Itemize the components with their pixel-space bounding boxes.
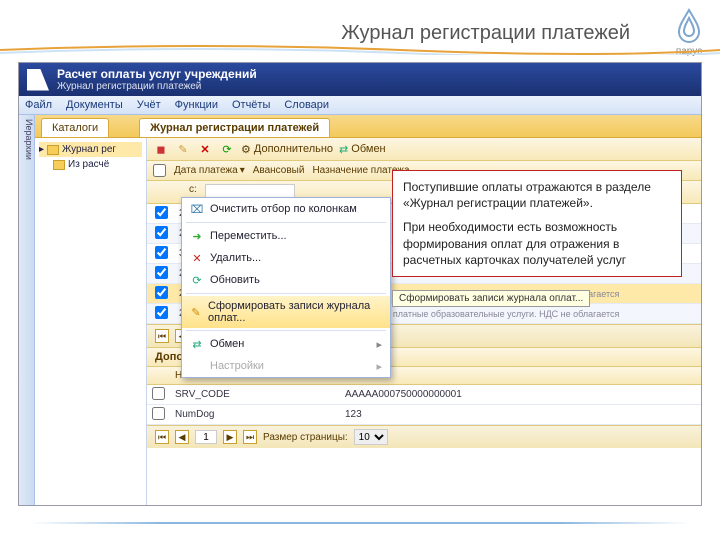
ctx-settings[interactable]: Настройки▸: [182, 355, 390, 377]
chevron-right-icon: ▸: [376, 338, 382, 351]
menu-dictionaries[interactable]: Словари: [284, 99, 329, 111]
add-icon[interactable]: ◼: [153, 141, 169, 157]
ctx-exchange[interactable]: ⇄Обмен▸: [182, 333, 390, 355]
pager-page[interactable]: [195, 430, 217, 444]
pager-next[interactable]: ▶: [223, 430, 237, 444]
context-menu: ⌧Очистить отбор по колонкам ➜Переместить…: [181, 197, 391, 378]
ctx-clear-filter[interactable]: ⌧Очистить отбор по колонкам: [182, 198, 390, 220]
menu-reports[interactable]: Отчёты: [232, 99, 270, 111]
annotation-callout: Поступившие оплаты отражаются в разделе …: [392, 170, 682, 277]
app-icon: [27, 69, 49, 91]
row-check[interactable]: [155, 266, 168, 279]
document-icon: ✎: [190, 305, 202, 319]
pager-first[interactable]: ⏮: [155, 430, 169, 444]
param-row[interactable]: SRV_CODE ААААА000750000000001: [147, 385, 701, 405]
tree-sidebar: ▸ Журнал рег Из расчё: [35, 138, 147, 505]
header-decoration: [0, 45, 720, 55]
row-check[interactable]: [155, 286, 168, 299]
exchange-icon: ⇄: [339, 143, 348, 156]
filter-date-header[interactable]: Дата платежа ▾: [174, 165, 245, 176]
tree-child[interactable]: Из расчё: [39, 157, 142, 172]
tab-journal[interactable]: Журнал регистрации платежей: [139, 118, 330, 137]
filter-clear-icon: ⌧: [190, 202, 204, 216]
filter-checkall[interactable]: [153, 164, 166, 177]
app-subtitle: Журнал регистрации платежей: [57, 81, 257, 92]
row-check[interactable]: [155, 206, 168, 219]
refresh-icon: ⟳: [190, 273, 204, 287]
refresh-icon[interactable]: ⟳: [219, 141, 235, 157]
ctx-generate-payments[interactable]: ✎Сформировать записи журнала оплат...: [182, 296, 390, 328]
folder-icon: [53, 160, 65, 170]
additional-button[interactable]: ⚙ Дополнительно: [241, 143, 333, 156]
pager-bottom: ⏮ ◀ ▶ ⏭ Размер страницы: 10: [147, 425, 701, 448]
cog-icon: ⚙: [241, 143, 251, 156]
tabstrip: Каталоги Журнал регистрации платежей: [35, 115, 701, 138]
slide-header: Журнал регистрации платежей парус: [0, 0, 720, 60]
menu-functions[interactable]: Функции: [175, 99, 218, 111]
flame-icon: [673, 8, 705, 44]
blank-icon: [190, 359, 204, 373]
exchange-icon: ⇄: [190, 337, 204, 351]
title-bar: Расчет оплаты услуг учреждений Журнал ре…: [19, 63, 701, 96]
tab-catalogs[interactable]: Каталоги: [41, 118, 109, 137]
filter-advance-header[interactable]: Авансовый: [253, 165, 305, 176]
row-check[interactable]: [155, 246, 168, 259]
menu-file[interactable]: Файл: [25, 99, 52, 111]
tooltip: Сформировать записи журнала оплат...: [392, 290, 590, 307]
folder-icon: [47, 145, 59, 155]
pager-last[interactable]: ⏭: [243, 430, 257, 444]
delete-icon[interactable]: ✕: [197, 141, 213, 157]
row-check[interactable]: [155, 306, 168, 319]
delete-icon: ✕: [190, 251, 204, 265]
ctx-delete[interactable]: ✕Удалить...: [182, 247, 390, 269]
left-rail[interactable]: Иерархии: [19, 115, 35, 505]
chevron-right-icon: ▸: [376, 360, 382, 373]
footer-decoration: [30, 522, 690, 524]
grid-toolbar: ◼ ✎ ✕ ⟳ ⚙ Дополнительно ⇄ Обмен: [147, 138, 701, 161]
pager-size[interactable]: 10: [354, 429, 388, 445]
param-check[interactable]: [152, 407, 165, 420]
menu-documents[interactable]: Документы: [66, 99, 123, 111]
chevron-down-icon: ▾: [240, 165, 245, 176]
ctx-move[interactable]: ➜Переместить...: [182, 225, 390, 247]
app-title: Расчет оплаты услуг учреждений: [57, 67, 257, 81]
slide-title: Журнал регистрации платежей: [341, 22, 630, 45]
param-check[interactable]: [152, 387, 165, 400]
pager-first[interactable]: ⏮: [155, 329, 169, 343]
edit-icon[interactable]: ✎: [175, 141, 191, 157]
ctx-refresh[interactable]: ⟳Обновить: [182, 269, 390, 291]
menubar: Файл Документы Учёт Функции Отчёты Слова…: [19, 96, 701, 115]
pager-prev[interactable]: ◀: [175, 430, 189, 444]
param-row[interactable]: NumDog 123: [147, 405, 701, 425]
move-icon: ➜: [190, 229, 204, 243]
tree-root[interactable]: ▸ Журнал рег: [39, 142, 142, 157]
exchange-button[interactable]: ⇄ Обмен: [339, 143, 386, 156]
row-check[interactable]: [155, 226, 168, 239]
menu-accounting[interactable]: Учёт: [137, 99, 161, 111]
